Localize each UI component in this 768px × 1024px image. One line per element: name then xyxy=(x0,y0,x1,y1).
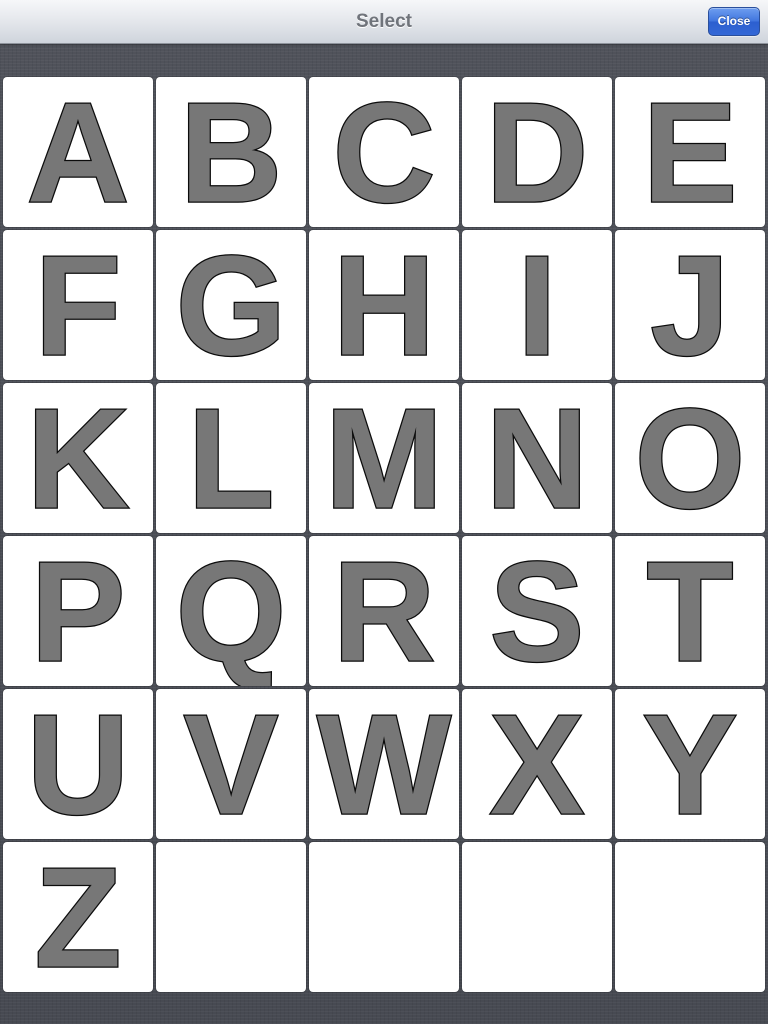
close-button[interactable]: Close xyxy=(708,7,760,36)
letter-glyph: F xyxy=(35,230,122,380)
letter-tile-w[interactable]: W xyxy=(309,689,459,839)
letter-tile-g[interactable]: G xyxy=(156,230,306,380)
letter-glyph: J xyxy=(651,230,730,380)
letter-tile-f[interactable]: F xyxy=(3,230,153,380)
letter-glyph: K xyxy=(27,383,130,533)
letter-tile-v[interactable]: V xyxy=(156,689,306,839)
letter-tile-p[interactable]: P xyxy=(3,536,153,686)
letter-tile-j[interactable]: J xyxy=(615,230,765,380)
letter-tile-y[interactable]: Y xyxy=(615,689,765,839)
letter-tile-c[interactable]: C xyxy=(309,77,459,227)
letter-glyph: Z xyxy=(35,842,122,992)
letter-glyph: Q xyxy=(176,536,286,686)
letter-tile-d[interactable]: D xyxy=(462,77,612,227)
letter-tile-n[interactable]: N xyxy=(462,383,612,533)
letter-tile-b[interactable]: B xyxy=(156,77,306,227)
letter-glyph: I xyxy=(517,230,556,380)
letter-tile-z[interactable]: Z xyxy=(3,842,153,992)
letter-glyph: N xyxy=(486,383,589,533)
letter-glyph: V xyxy=(184,689,279,839)
letter-glyph: B xyxy=(180,77,283,227)
letter-glyph: U xyxy=(27,689,130,839)
letter-glyph: M xyxy=(325,383,443,533)
letter-glyph: G xyxy=(176,230,286,380)
letter-tile-r[interactable]: R xyxy=(309,536,459,686)
letter-tile-k[interactable]: K xyxy=(3,383,153,533)
letter-glyph: L xyxy=(188,383,275,533)
empty-tile xyxy=(462,842,612,992)
letter-tile-o[interactable]: O xyxy=(615,383,765,533)
letter-glyph: D xyxy=(486,77,589,227)
letter-tile-m[interactable]: M xyxy=(309,383,459,533)
letter-glyph: A xyxy=(27,77,130,227)
letter-glyph: E xyxy=(643,77,738,227)
letter-tile-t[interactable]: T xyxy=(615,536,765,686)
letter-tile-e[interactable]: E xyxy=(615,77,765,227)
letter-glyph: R xyxy=(333,536,436,686)
letter-tile-s[interactable]: S xyxy=(462,536,612,686)
letter-tile-i[interactable]: I xyxy=(462,230,612,380)
letter-glyph: X xyxy=(490,689,585,839)
empty-tile xyxy=(309,842,459,992)
letter-tile-a[interactable]: A xyxy=(3,77,153,227)
letter-glyph: H xyxy=(333,230,436,380)
letter-glyph: Y xyxy=(643,689,738,839)
page-title: Select xyxy=(356,11,412,32)
letter-glyph: S xyxy=(490,536,585,686)
letter-glyph: P xyxy=(31,536,126,686)
letter-tile-x[interactable]: X xyxy=(462,689,612,839)
letter-tile-q[interactable]: Q xyxy=(156,536,306,686)
letter-tile-u[interactable]: U xyxy=(3,689,153,839)
letter-glyph: T xyxy=(647,536,734,686)
empty-tile xyxy=(156,842,306,992)
letter-glyph: O xyxy=(635,383,745,533)
letter-glyph: W xyxy=(317,689,451,839)
letter-glyph: C xyxy=(333,77,436,227)
empty-tile xyxy=(615,842,765,992)
letter-tile-l[interactable]: L xyxy=(156,383,306,533)
letter-grid: ABCDE FGHIJ KLMNO PQRST UVWXY Z xyxy=(3,77,765,992)
navigation-bar: Select Close xyxy=(0,0,768,44)
letter-tile-h[interactable]: H xyxy=(309,230,459,380)
